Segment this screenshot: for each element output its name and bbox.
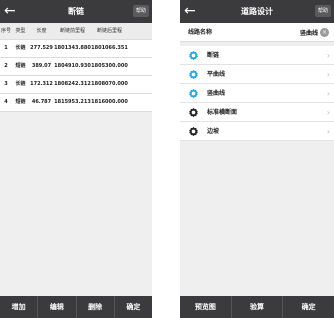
chevron-right-icon: › [326,108,330,117]
menu-item-label: 边坡 [207,128,220,135]
table-row[interactable]: 3 长链 172.312 1808242.312 1808070.000 [0,76,152,94]
cell-type: 长链 [15,45,26,51]
route-name-label: 线路名称 [188,29,213,36]
cell-index: 3 [4,81,8,87]
gear-icon [189,107,198,118]
chevron-right-icon: › [326,127,330,136]
column-header-blank [128,23,152,39]
cell-after-station: 1805300.000 [91,63,128,69]
chain-break-screen: ← 断链 帮助 序号 类型 长度 断链前里程 断链后里程 1 长链 277.52… [0,0,152,318]
cell-before-station: 1815953.213 [54,99,91,105]
route-name-row: 线路名称 × [180,23,334,42]
menu-item-label: 平曲线 [207,71,226,78]
menu-item-label: 断链 [207,52,220,59]
cell-index: 2 [4,63,8,69]
gear-icon [189,50,198,61]
gear-icon [189,69,198,80]
cell-type: 短链 [15,63,26,69]
cell-before-station: 1808242.312 [54,81,91,87]
cell-type: 短链 [15,99,26,105]
column-header-after-station: 断链后里程 [96,28,122,34]
design-menu: 断链 › 平曲线 › 竖曲线 › 标准横断面 › 边坡 › [180,46,334,141]
edit-button[interactable]: 编辑 [38,296,77,318]
gear-icon [189,88,198,99]
clear-icon[interactable]: × [320,28,329,37]
delete-button[interactable]: 删除 [77,296,115,318]
cell-length: 46.787 [31,99,52,105]
route-name-input[interactable] [240,26,318,39]
cell-index: 1 [4,45,8,51]
cell-after-station: 1808070.000 [91,81,128,87]
menu-item-label: 竖曲线 [207,90,226,97]
table-row[interactable]: 1 长链 277.529 1801343.880 1801066.351 [0,40,152,58]
top-bar: ← 断链 帮助 [0,0,152,23]
menu-item-vertical-curve[interactable]: 竖曲线 › [180,84,334,103]
column-header-type: 类型 [15,28,26,34]
bottom-toolbar: 预览图 验算 确定 [180,296,334,318]
road-design-screen: ← 道路设计 帮助 线路名称 × 断链 › 平曲线 › [180,0,334,318]
column-header-index: 序号 [0,28,11,34]
preview-button[interactable]: 预览图 [180,296,232,318]
gear-icon [189,126,198,137]
menu-item-side-slope[interactable]: 边坡 › [180,122,334,141]
chain-break-table: 序号 类型 长度 断链前里程 断链后里程 1 长链 277.529 180134… [0,23,152,112]
check-button[interactable]: 验算 [232,296,284,318]
table-row[interactable]: 4 短链 46.787 1815953.213 1816000.000 [0,94,152,112]
cell-after-station: 1816000.000 [91,99,128,105]
cell-type: 长链 [15,81,26,87]
chevron-right-icon: › [326,70,330,79]
cell-length: 277.529 [30,45,53,51]
menu-item-chain-break[interactable]: 断链 › [180,46,334,65]
table-header: 序号 类型 长度 断链前里程 断链后里程 [0,23,152,40]
cell-before-station: 1801343.880 [54,45,91,51]
cell-length: 172.312 [30,81,53,87]
menu-item-label: 标准横断面 [207,109,238,116]
top-bar: ← 道路设计 帮助 [180,0,334,23]
chevron-right-icon: › [326,89,330,98]
confirm-button[interactable]: 确定 [115,296,152,318]
cell-after-station: 1801066.351 [91,45,128,51]
add-button[interactable]: 增加 [0,296,39,318]
help-button[interactable]: 帮助 [132,5,149,17]
chevron-right-icon: › [326,51,330,60]
column-header-before-station: 断链前里程 [59,28,85,34]
menu-item-standard-cross-section[interactable]: 标准横断面 › [180,103,334,122]
confirm-button[interactable]: 确定 [283,296,334,318]
help-button[interactable]: 帮助 [314,5,331,17]
bottom-toolbar: 增加 编辑 删除 确定 [0,296,152,318]
page-title: 断链 [68,7,84,16]
table-row[interactable]: 2 短链 389.07 1804910.930 1805300.000 [0,58,152,76]
menu-item-horizontal-curve[interactable]: 平曲线 › [180,65,334,84]
column-header-length: 长度 [36,28,47,34]
page-title: 道路设计 [241,7,273,16]
cell-before-station: 1804910.930 [54,63,91,69]
cell-length: 389.07 [31,63,52,69]
cell-index: 4 [4,99,8,105]
